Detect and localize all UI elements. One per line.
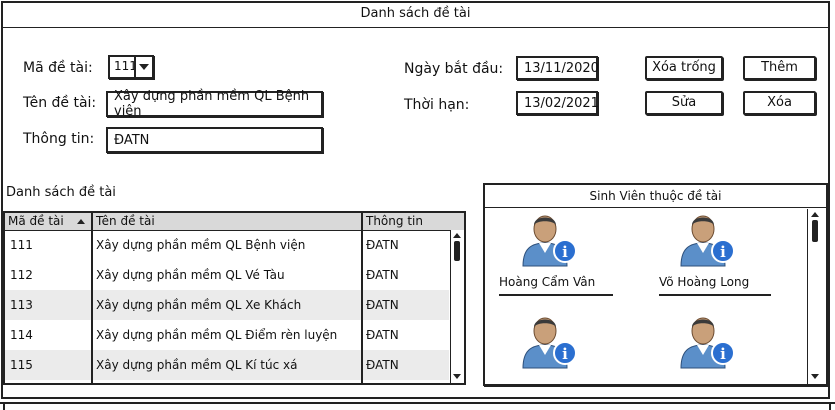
add-button[interactable]: Thêm [743, 56, 816, 80]
table-row[interactable]: 114 Xây dựng phần mềm QL Điểm rèn luyện … [5, 320, 449, 350]
students-panel-title: Sinh Viên thuộc đề tài [485, 185, 826, 208]
cell-ma: 112 [10, 268, 33, 282]
ten-de-tai-field[interactable]: Xây dựng phần mềm QL Bệnh viện [106, 89, 323, 119]
edit-button[interactable]: Sửa [645, 91, 723, 115]
cell-info: ĐATN [366, 358, 399, 372]
scroll-thumb[interactable] [812, 220, 818, 242]
name-underline [499, 294, 613, 296]
table-row[interactable]: 115 Xây dựng phần mềm QL Kí túc xá ĐATN [5, 350, 449, 380]
topic-table: Mã đề tài Tên đề tài Thông tin 111 Xây d… [3, 211, 466, 385]
user-info-icon[interactable]: i [675, 311, 739, 369]
cell-ma: 113 [10, 298, 33, 312]
cell-ten: Xây dựng phần mềm QL Điểm rèn luyện [96, 328, 338, 342]
svg-text:i: i [562, 243, 568, 261]
svg-text:i: i [720, 345, 726, 363]
chevron-down-icon[interactable] [139, 64, 149, 70]
cell-info: ĐATN [366, 328, 399, 342]
ngay-bat-dau-field[interactable]: 13/11/2020 [516, 56, 599, 80]
svg-text:i: i [720, 243, 726, 261]
scroll-up-icon[interactable] [811, 212, 819, 217]
column-header-ten[interactable]: Tên đề tài [93, 213, 366, 230]
student-name: Hoàng Cẩm Vân [499, 275, 596, 289]
cell-ten: Xây dựng phần mềm QL Kí túc xá [96, 358, 298, 372]
name-underline [659, 294, 771, 296]
students-panel: Sinh Viên thuộc đề tài i Hoàng Cẩm Vân i… [483, 183, 828, 386]
table-scrollbar[interactable] [450, 230, 464, 383]
table-row[interactable]: 111 Xây dựng phần mềm QL Bệnh viện ĐATN [5, 230, 449, 260]
cell-ma: 111 [10, 238, 33, 252]
cell-ten: Xây dựng phần mềm QL Xe Khách [96, 298, 302, 312]
column-divider [91, 213, 93, 383]
column-divider [361, 213, 363, 383]
clear-button[interactable]: Xóa trống [645, 56, 723, 80]
cell-ma: 114 [10, 328, 33, 342]
thoi-han-field[interactable]: 13/02/2021 [516, 91, 599, 115]
students-scrollbar[interactable] [807, 209, 822, 384]
column-header-thongtin[interactable]: Thông tin [363, 213, 446, 230]
cell-info: ĐATN [366, 238, 399, 252]
table-header: Mã đề tài Tên đề tài Thông tin [5, 213, 464, 231]
user-info-icon[interactable]: i [675, 209, 739, 267]
thoi-han-label: Thời hạn: [404, 97, 470, 113]
combo-divider [134, 57, 136, 77]
ten-de-tai-label: Tên đề tài: [23, 95, 97, 111]
ma-de-tai-label: Mã đề tài: [23, 60, 93, 76]
ma-de-tai-combobox[interactable]: 111 [108, 55, 154, 79]
sort-ascending-icon[interactable] [77, 219, 85, 224]
bottom-divider [829, 402, 831, 410]
cell-ten: Xây dựng phần mềm QL Bệnh viện [96, 238, 306, 252]
delete-button[interactable]: Xóa [743, 91, 816, 115]
cell-ten: Xây dựng phần mềm QL Vé Tàu [96, 268, 285, 282]
user-info-icon[interactable]: i [517, 311, 581, 369]
ngay-bat-dau-label: Ngày bắt đầu: [404, 61, 504, 77]
scroll-up-icon[interactable] [453, 233, 461, 238]
scroll-thumb[interactable] [454, 241, 460, 261]
thong-tin-field[interactable]: ĐATN [106, 127, 323, 153]
list-title: Danh sách đề tài [6, 185, 116, 200]
cell-info: ĐATN [366, 268, 399, 282]
student-name: Võ Hoàng Long [659, 275, 750, 289]
scroll-down-icon[interactable] [453, 374, 461, 379]
thong-tin-label: Thông tin: [23, 131, 95, 147]
window-title: Danh sách đề tài [1, 1, 830, 28]
bottom-divider [3, 402, 5, 410]
table-row[interactable]: 112 Xây dựng phần mềm QL Vé Tàu ĐATN [5, 260, 449, 290]
cell-info: ĐATN [366, 298, 399, 312]
table-row[interactable]: 113 Xây dựng phần mềm QL Xe Khách ĐATN [5, 290, 449, 320]
scroll-down-icon[interactable] [811, 374, 819, 379]
svg-text:i: i [562, 345, 568, 363]
cell-ma: 115 [10, 358, 33, 372]
bottom-divider [0, 402, 835, 404]
user-info-icon[interactable]: i [517, 209, 581, 267]
